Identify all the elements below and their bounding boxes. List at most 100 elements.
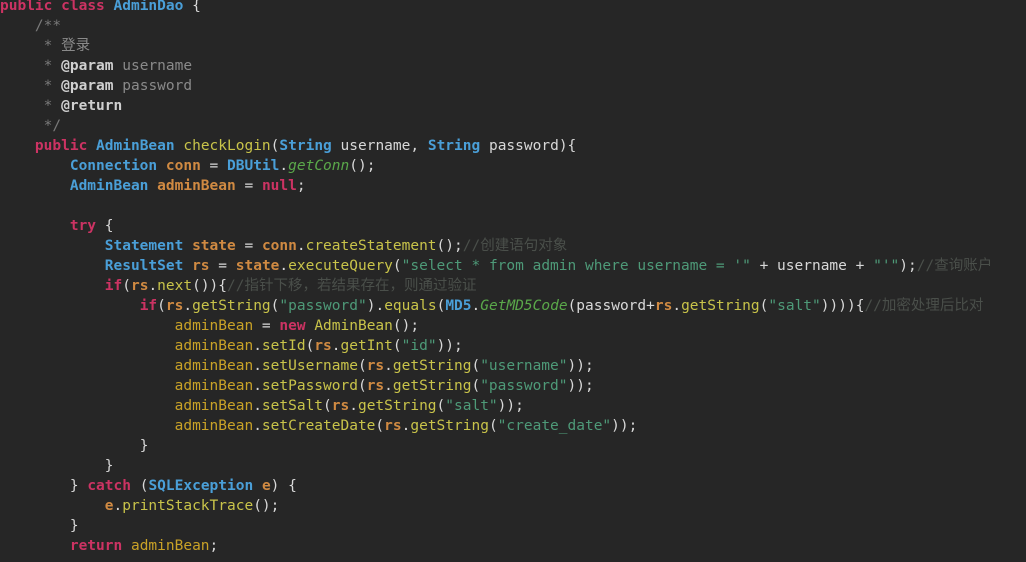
paren-open: (: [436, 398, 446, 414]
param-type-string-1: String: [279, 138, 332, 154]
call-tail: )))){: [820, 298, 865, 314]
code-line-3[interactable]: * 登录: [0, 36, 1026, 56]
variable-adminbean: adminBean: [174, 378, 254, 394]
paren-open: (: [488, 418, 498, 434]
variable-adminbean: adminBean: [174, 418, 254, 434]
string-password: "password": [279, 298, 367, 314]
code-line-4[interactable]: * @param username: [0, 56, 1026, 76]
variable-adminbean: adminBean: [174, 398, 254, 414]
paren-open: (: [392, 258, 402, 274]
concat-operator: +: [646, 298, 655, 314]
code-line-9[interactable]: Connection conn = DBUtil.getConn();: [0, 156, 1026, 176]
code-line-17[interactable]: adminBean = new AdminBean();: [0, 316, 1026, 336]
paren-open: (: [357, 378, 367, 394]
assign-operator: =: [200, 158, 228, 174]
code-line-20[interactable]: adminBean.setPassword(rs.getString("pass…: [0, 376, 1026, 396]
return-type-adminbean: AdminBean: [96, 138, 175, 154]
catch-tail: ) {: [270, 478, 297, 494]
method-getstring: getString: [357, 398, 437, 414]
string-salt: "salt": [768, 298, 821, 314]
argument-username: username: [777, 258, 847, 274]
javadoc-tag-return: @return: [61, 98, 123, 114]
class-md5: MD5: [445, 298, 472, 314]
dot: .: [253, 338, 262, 354]
code-line-25-catch[interactable]: } catch (SQLException e) {: [0, 476, 1026, 496]
method-executequery: executeQuery: [288, 258, 393, 274]
code-line-2[interactable]: /**: [0, 16, 1026, 36]
code-line-5[interactable]: * @param password: [0, 76, 1026, 96]
call-tail: ));: [567, 358, 594, 374]
code-line-11-blank[interactable]: [0, 196, 1026, 216]
paren-open: (: [130, 478, 149, 494]
string-sql-suffix: "'": [873, 258, 900, 274]
call-tail: ));: [436, 338, 463, 354]
object-rs: rs: [654, 298, 673, 314]
comment-create-statement: //创建语句对象: [462, 238, 568, 254]
object-conn: conn: [261, 238, 297, 254]
dot: .: [471, 298, 481, 314]
type-statement: Statement: [104, 238, 184, 254]
close-brace: }: [69, 518, 79, 534]
keyword-new: new: [279, 318, 306, 334]
code-line-1[interactable]: public class AdminDao {: [0, 0, 1026, 16]
string-create-date: "create_date": [497, 418, 612, 434]
code-line-7[interactable]: */: [0, 116, 1026, 136]
type-sqlexception: SQLException: [148, 478, 254, 494]
dot: .: [253, 358, 262, 374]
code-line-19[interactable]: adminBean.setUsername(rs.getString("user…: [0, 356, 1026, 376]
method-getstring: getString: [410, 418, 489, 434]
code-line-15-if-next[interactable]: if(rs.next()){//指针下移，若结果存在，则通过验证: [0, 276, 1026, 296]
javadoc-description: 登录: [61, 38, 91, 54]
keyword-public: public: [34, 138, 88, 154]
dot: .: [296, 238, 306, 254]
close-brace: }: [69, 478, 88, 494]
class-name-admindao: AdminDao: [113, 0, 184, 14]
code-line-28-return[interactable]: return adminBean;: [0, 536, 1026, 556]
assign-operator: =: [209, 258, 236, 274]
static-method-getmd5code: GetMD5Code: [480, 298, 568, 314]
code-line-10[interactable]: AdminBean adminBean = null;: [0, 176, 1026, 196]
code-line-13[interactable]: Statement state = conn.createStatement()…: [0, 236, 1026, 256]
method-setsalt: setSalt: [261, 398, 324, 414]
code-line-23-close-brace[interactable]: }: [0, 436, 1026, 456]
method-getstring: getString: [392, 378, 472, 394]
code-line-26[interactable]: e.printStackTrace();: [0, 496, 1026, 516]
dot: .: [349, 398, 358, 414]
code-line-12-try[interactable]: try {: [0, 216, 1026, 236]
call-tail: ();: [392, 318, 420, 334]
call-tail: ()){: [192, 278, 228, 294]
method-printstacktrace: printStackTrace: [122, 498, 254, 514]
call-tail: ();: [436, 238, 463, 254]
call-tail: ();: [349, 158, 376, 174]
call-tail: ));: [497, 398, 524, 414]
close-brace: }: [139, 438, 149, 454]
dot: .: [148, 278, 158, 294]
code-line-22[interactable]: adminBean.setCreateDate(rs.getString("cr…: [0, 416, 1026, 436]
code-line-8-method-signature[interactable]: public AdminBean checkLogin(String usern…: [0, 136, 1026, 156]
method-getstring: getString: [392, 358, 472, 374]
paren-dot: ).: [366, 298, 385, 314]
javadoc-param-username: username: [122, 58, 193, 74]
object-rs: rs: [384, 418, 402, 434]
keyword-try: try: [69, 218, 97, 234]
code-editor-viewport[interactable]: public class AdminDao { /** * 登录 * @para…: [0, 0, 1026, 562]
source-code-text[interactable]: public class AdminDao { /** * 登录 * @para…: [0, 0, 1026, 556]
paren-open: (: [305, 338, 315, 354]
paren-open: (: [436, 298, 446, 314]
code-line-18[interactable]: adminBean.setId(rs.getInt("id"));: [0, 336, 1026, 356]
object-rs: rs: [130, 278, 149, 294]
method-getstring: getString: [192, 298, 271, 314]
paren-open: (: [375, 418, 385, 434]
keyword-return: return: [69, 538, 123, 554]
code-line-16-if-md5[interactable]: if(rs.getString("password").equals(MD5.G…: [0, 296, 1026, 316]
code-line-24-close-brace[interactable]: }: [0, 456, 1026, 476]
dot: .: [384, 358, 393, 374]
code-line-27-close-brace[interactable]: }: [0, 516, 1026, 536]
assign-operator: =: [235, 238, 262, 254]
object-rs: rs: [366, 378, 385, 394]
method-setusername: setUsername: [261, 358, 358, 374]
code-line-21[interactable]: adminBean.setSalt(rs.getString("salt"));: [0, 396, 1026, 416]
code-line-6[interactable]: * @return: [0, 96, 1026, 116]
code-line-14-sql-query[interactable]: ResultSet rs = state.executeQuery("selec…: [0, 256, 1026, 276]
signature-tail: ){: [558, 138, 577, 154]
